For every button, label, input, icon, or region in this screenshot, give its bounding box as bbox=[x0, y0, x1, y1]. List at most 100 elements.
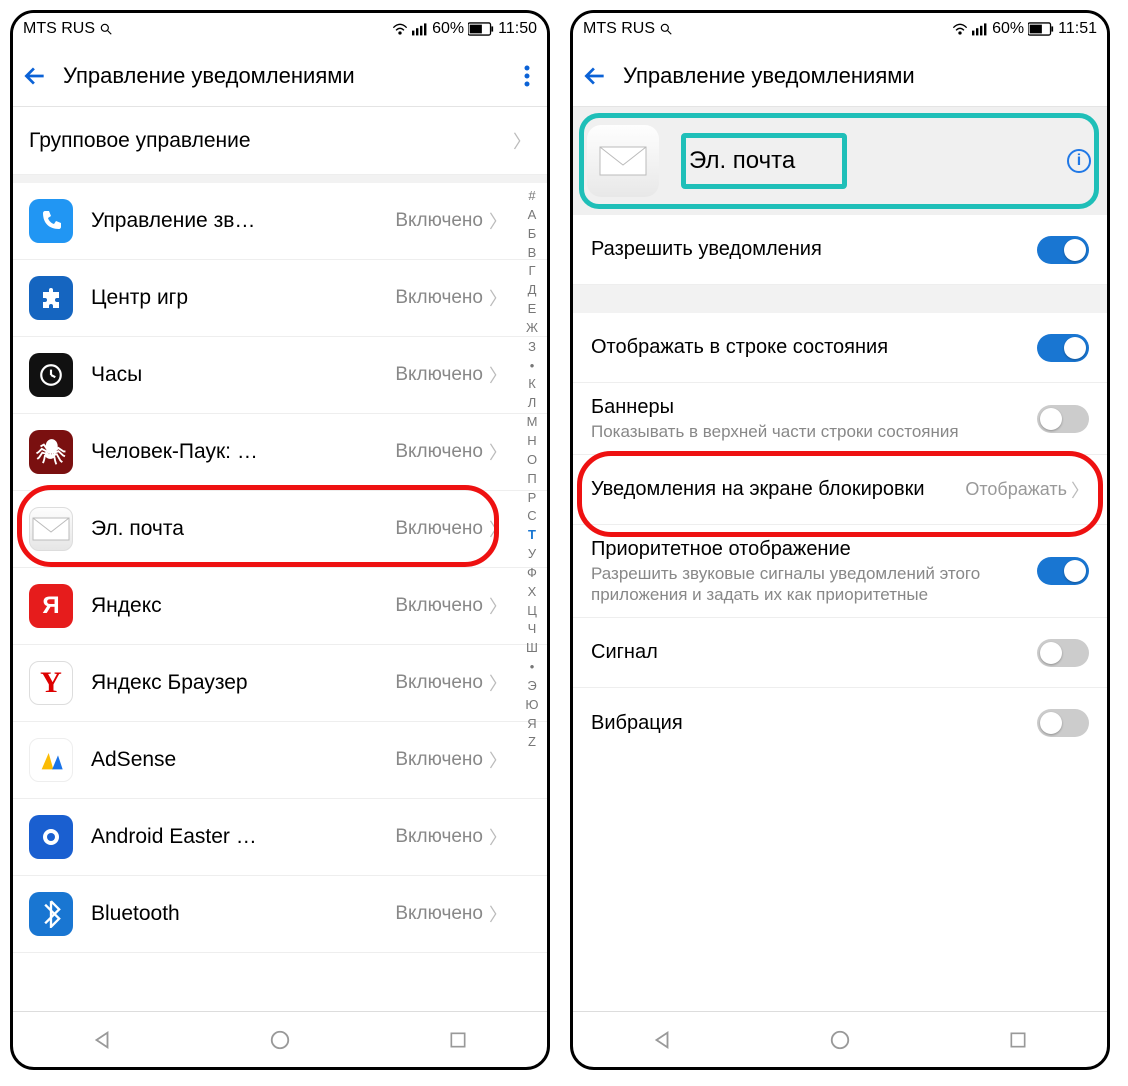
index-letter[interactable]: Ж bbox=[526, 319, 538, 338]
index-letter[interactable]: А bbox=[528, 206, 537, 225]
app-row-android-easter[interactable]: Android Easter … Включено 〉 bbox=[13, 799, 547, 876]
adsense-icon bbox=[29, 738, 73, 782]
index-letter[interactable]: З bbox=[528, 338, 536, 357]
setting-lockscreen[interactable]: Уведомления на экране блокировки Отображ… bbox=[573, 455, 1107, 525]
setting-sound[interactable]: Сигнал bbox=[573, 618, 1107, 688]
back-button[interactable] bbox=[581, 62, 609, 90]
index-letter[interactable]: # bbox=[528, 187, 535, 206]
app-label: Часы bbox=[91, 363, 395, 387]
app-list[interactable]: Управление зв… Включено 〉 Центр игр Вклю… bbox=[13, 183, 547, 1011]
index-letter[interactable]: Т bbox=[528, 526, 536, 545]
index-letter[interactable]: Ф bbox=[527, 564, 537, 583]
group-management-row[interactable]: Групповое управление 〉 bbox=[13, 107, 547, 175]
app-label: Яндекс Браузер bbox=[91, 671, 395, 695]
setting-banners[interactable]: Баннеры Показывать в верхней части строк… bbox=[573, 383, 1107, 455]
nav-recent-button[interactable] bbox=[444, 1026, 472, 1054]
index-letter[interactable]: Д bbox=[528, 281, 537, 300]
app-row-gamecenter[interactable]: Центр игр Включено 〉 bbox=[13, 260, 547, 337]
app-status: Включено bbox=[395, 518, 483, 540]
app-label: Android Easter … bbox=[91, 825, 395, 849]
nav-back-button[interactable] bbox=[88, 1026, 116, 1054]
app-status: Включено bbox=[395, 364, 483, 386]
app-label: Яндекс bbox=[91, 594, 395, 618]
app-status: Включено bbox=[395, 903, 483, 925]
nav-back-button[interactable] bbox=[648, 1026, 676, 1054]
index-letter[interactable]: Ц bbox=[527, 602, 537, 621]
app-label: Человек-Паук: … bbox=[91, 440, 395, 464]
index-letter[interactable]: С bbox=[527, 507, 536, 526]
wifi-icon bbox=[392, 22, 408, 36]
app-label: Bluetooth bbox=[91, 902, 395, 926]
index-letter[interactable]: Г bbox=[528, 262, 535, 281]
index-letter[interactable]: В bbox=[528, 244, 537, 263]
battery-text: 60% bbox=[992, 20, 1024, 38]
overflow-menu-icon[interactable] bbox=[515, 65, 539, 87]
chevron-right-icon: 〉 bbox=[489, 516, 507, 542]
app-row-yandex[interactable]: Я Яндекс Включено 〉 bbox=[13, 568, 547, 645]
index-letter[interactable]: Б bbox=[528, 225, 537, 244]
chevron-right-icon: 〉 bbox=[513, 128, 531, 154]
index-letter[interactable]: Z bbox=[528, 733, 536, 752]
status-bar: MTS RUS 60% 11:51 bbox=[573, 13, 1107, 45]
nav-home-button[interactable] bbox=[266, 1026, 294, 1054]
app-status: Включено bbox=[395, 826, 483, 848]
index-letter[interactable]: Ю bbox=[525, 696, 538, 715]
index-letter[interactable]: Я bbox=[527, 715, 536, 734]
toggle-priority[interactable] bbox=[1037, 557, 1089, 585]
index-letter[interactable]: Ч bbox=[528, 620, 537, 639]
index-letter[interactable]: П bbox=[527, 470, 536, 489]
toggle-statusbar[interactable] bbox=[1037, 334, 1089, 362]
index-letter[interactable]: Э bbox=[527, 677, 536, 696]
page-title: Управление уведомлениями bbox=[63, 63, 501, 89]
app-label: Эл. почта bbox=[91, 517, 395, 541]
setting-subtitle: Разрешить звуковые сигналы уведомлений э… bbox=[591, 564, 1037, 605]
chevron-right-icon: 〉 bbox=[489, 593, 507, 619]
app-name-label: Эл. почта bbox=[677, 141, 807, 181]
signal-icon bbox=[412, 22, 428, 36]
alpha-index[interactable]: #АБВГДЕЖЗ•КЛМНОПРСТУФХЦЧШ•ЭЮЯZ bbox=[519, 183, 545, 1011]
setting-subtitle: Показывать в верхней части строки состоя… bbox=[591, 422, 1037, 442]
nav-recent-button[interactable] bbox=[1004, 1026, 1032, 1054]
index-letter[interactable]: Х bbox=[528, 583, 537, 602]
setting-vibration[interactable]: Вибрация bbox=[573, 688, 1107, 758]
index-letter[interactable]: К bbox=[528, 375, 536, 394]
chevron-right-icon: 〉 bbox=[489, 439, 507, 465]
android-easter-icon bbox=[29, 815, 73, 859]
page-title: Управление уведомлениями bbox=[623, 63, 1099, 89]
app-row-clock[interactable]: Часы Включено 〉 bbox=[13, 337, 547, 414]
index-letter[interactable]: Н bbox=[527, 432, 536, 451]
chevron-right-icon: 〉 bbox=[489, 208, 507, 234]
app-row-adsense[interactable]: AdSense Включено 〉 bbox=[13, 722, 547, 799]
info-icon[interactable]: i bbox=[1067, 149, 1091, 173]
nav-bar bbox=[573, 1011, 1107, 1067]
setting-title: Вибрация bbox=[591, 711, 1037, 736]
setting-show-statusbar[interactable]: Отображать в строке состояния bbox=[573, 313, 1107, 383]
app-header: Управление уведомлениями bbox=[573, 45, 1107, 107]
index-letter[interactable]: Л bbox=[528, 394, 537, 413]
app-status: Включено bbox=[395, 595, 483, 617]
app-row-yandex-browser[interactable]: Y Яндекс Браузер Включено 〉 bbox=[13, 645, 547, 722]
index-letter[interactable]: У bbox=[528, 545, 536, 564]
index-letter[interactable]: Р bbox=[528, 489, 537, 508]
setting-allow-notifications[interactable]: Разрешить уведомления bbox=[573, 215, 1107, 285]
app-row-email[interactable]: Эл. почта Включено 〉 bbox=[13, 491, 547, 568]
index-letter[interactable]: Ш bbox=[526, 639, 538, 658]
toggle-allow[interactable] bbox=[1037, 236, 1089, 264]
back-button[interactable] bbox=[21, 62, 49, 90]
index-letter[interactable]: М bbox=[527, 413, 538, 432]
index-letter[interactable]: • bbox=[530, 658, 535, 677]
setting-title: Приоритетное отображение bbox=[591, 537, 1037, 562]
app-row-spiderman[interactable]: 🕷 Человек-Паук: … Включено 〉 bbox=[13, 414, 547, 491]
index-letter[interactable]: Е bbox=[528, 300, 537, 319]
toggle-vibration[interactable] bbox=[1037, 709, 1089, 737]
toggle-banners[interactable] bbox=[1037, 405, 1089, 433]
app-row-phone[interactable]: Управление зв… Включено 〉 bbox=[13, 183, 547, 260]
index-letter[interactable]: О bbox=[527, 451, 537, 470]
toggle-sound[interactable] bbox=[1037, 639, 1089, 667]
clock-text: 11:51 bbox=[1058, 20, 1097, 38]
carrier-label: MTS RUS bbox=[583, 20, 655, 38]
nav-home-button[interactable] bbox=[826, 1026, 854, 1054]
app-row-bluetooth[interactable]: Bluetooth Включено 〉 bbox=[13, 876, 547, 953]
setting-priority[interactable]: Приоритетное отображение Разрешить звуко… bbox=[573, 525, 1107, 618]
index-letter[interactable]: • bbox=[530, 357, 535, 376]
